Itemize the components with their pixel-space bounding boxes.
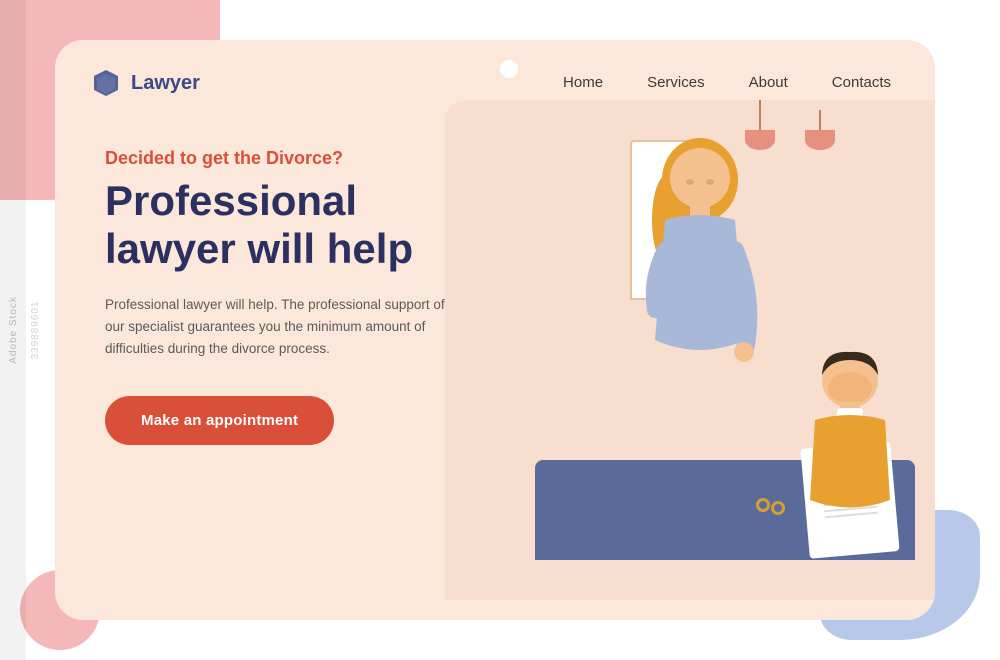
logo-icon: [91, 68, 121, 98]
stock-number: 339889601: [30, 300, 41, 359]
logo[interactable]: Lawyer: [91, 68, 200, 98]
watermark-bar: Adobe Stock: [0, 0, 26, 660]
hero-subtitle: Decided to get the Divorce?: [105, 148, 935, 169]
cta-button[interactable]: Make an appointment: [105, 396, 334, 445]
ring-1: [771, 501, 785, 515]
hero-title: Professional lawyer will help: [105, 177, 485, 274]
watermark-text: Adobe Stock: [8, 296, 19, 364]
logo-text: Lawyer: [131, 72, 200, 95]
ring-2: [756, 498, 770, 512]
bg-dot-white: [500, 60, 518, 78]
hero-description: Professional lawyer will help. The profe…: [105, 294, 445, 361]
hero-section: Decided to get the Divorce? Professional…: [55, 98, 935, 445]
main-card: Lawyer Home Services About Contacts Deci…: [55, 40, 935, 620]
